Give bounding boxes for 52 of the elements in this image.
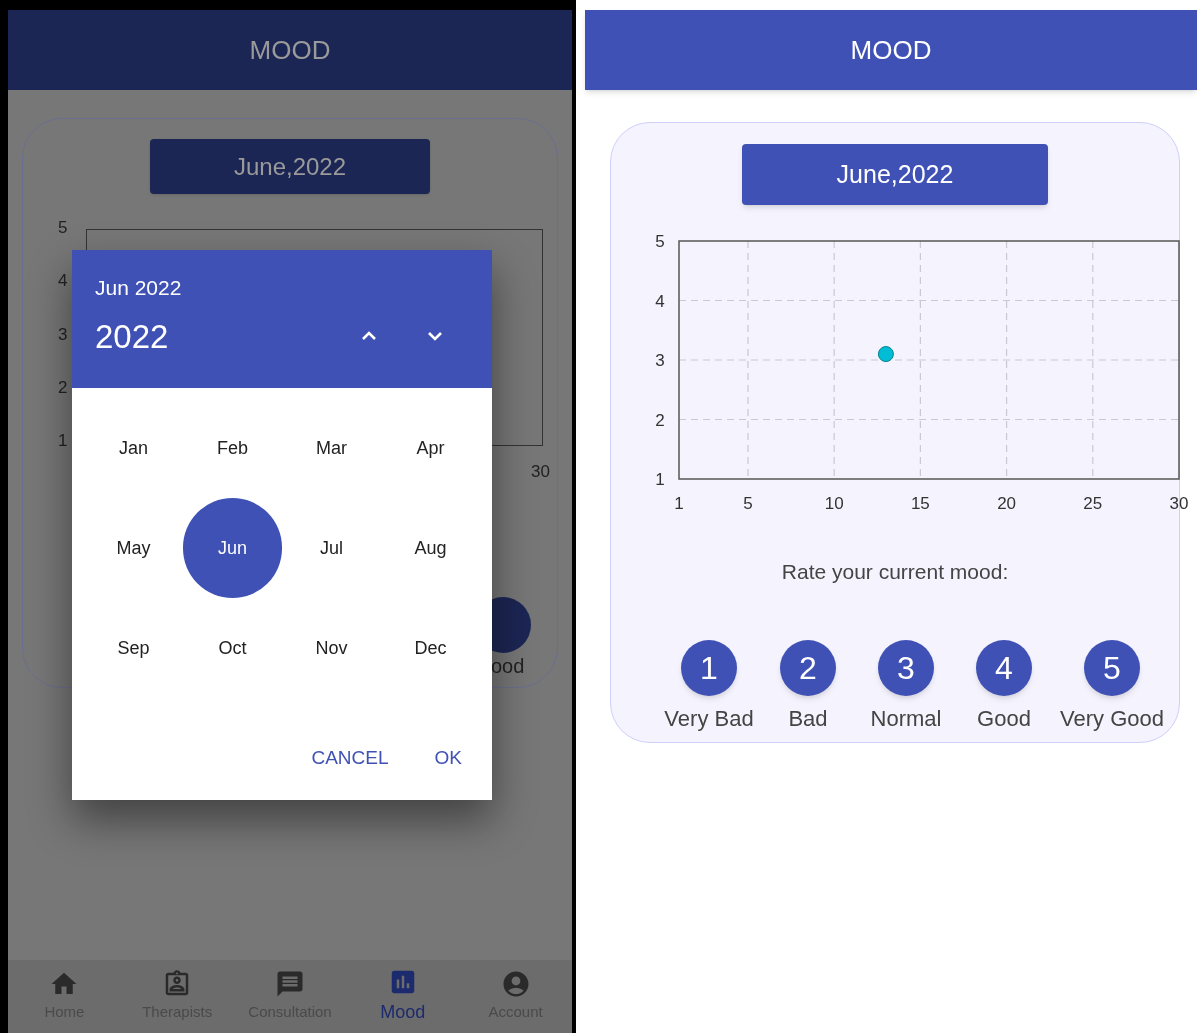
y-tick-label: 1 — [655, 470, 665, 489]
header-title: MOOD — [850, 33, 932, 67]
y-tick-label: 2 — [655, 410, 665, 430]
axis-label: 3 — [58, 325, 68, 343]
x-tick-label: 15 — [910, 494, 930, 513]
x-tick-label: 10 — [824, 494, 844, 513]
year-label: 2022 — [95, 316, 170, 357]
x-tick-label: 20 — [997, 494, 1017, 513]
rating-button[interactable]: 2 — [780, 639, 836, 696]
rating-button[interactable]: 3 — [878, 639, 934, 696]
axis-label: 1 — [58, 432, 68, 449]
rating-button[interactable]: 4 — [976, 639, 1032, 696]
header-title: MOOD — [249, 33, 331, 67]
month-option[interactable]: Jul — [301, 528, 362, 568]
x-tick-label: 30 — [1169, 494, 1189, 513]
month-option[interactable]: Nov — [301, 628, 362, 668]
month-option[interactable]: Feb — [202, 428, 263, 468]
dialog-action-button[interactable]: CANCEL — [303, 738, 397, 779]
month-option[interactable]: Apr — [400, 428, 461, 468]
rating-label: ood — [491, 654, 525, 679]
month-option[interactable]: Jun — [183, 498, 282, 598]
rating-label: Normal — [870, 704, 942, 733]
chevron-up-icon — [361, 331, 377, 342]
x-tick-label: 5 — [743, 494, 753, 513]
y-tick-label: 4 — [655, 291, 665, 311]
rate-prompt: Rate your current mood: — [781, 559, 1009, 585]
rating-label: Bad — [788, 704, 828, 733]
dialog-action-button[interactable]: OK — [426, 738, 470, 779]
axis-label: 5 — [58, 219, 68, 236]
y-tick-label: 3 — [655, 351, 665, 370]
chevron-down-icon — [427, 331, 443, 342]
rating-label: Very Bad — [664, 704, 754, 733]
x-tick-label: 1 — [674, 494, 684, 513]
month-option[interactable]: Dec — [400, 628, 461, 668]
selected-date: Jun 2022 — [95, 275, 183, 301]
rating-label: Good — [977, 704, 1031, 733]
axis-label: 4 — [58, 272, 68, 290]
month-button[interactable]: June,2022 — [150, 139, 430, 194]
axis-label: 30 — [531, 461, 550, 483]
month-option[interactable]: May — [103, 528, 164, 568]
month-option[interactable]: Mar — [301, 428, 362, 468]
month-option[interactable]: Aug — [400, 528, 461, 568]
month-button[interactable]: June,2022 — [742, 144, 1048, 205]
axis-label: 2 — [58, 378, 68, 396]
rating-label: Very Good — [1060, 704, 1164, 733]
month-option[interactable]: Sep — [103, 628, 164, 668]
month-option[interactable]: Jan — [103, 428, 164, 468]
x-tick-label: 25 — [1083, 494, 1103, 513]
month-option[interactable]: Oct — [202, 628, 263, 668]
rating-button[interactable]: 5 — [1084, 639, 1140, 696]
rating-button[interactable]: 1 — [681, 639, 737, 696]
y-tick-label: 5 — [655, 232, 665, 251]
